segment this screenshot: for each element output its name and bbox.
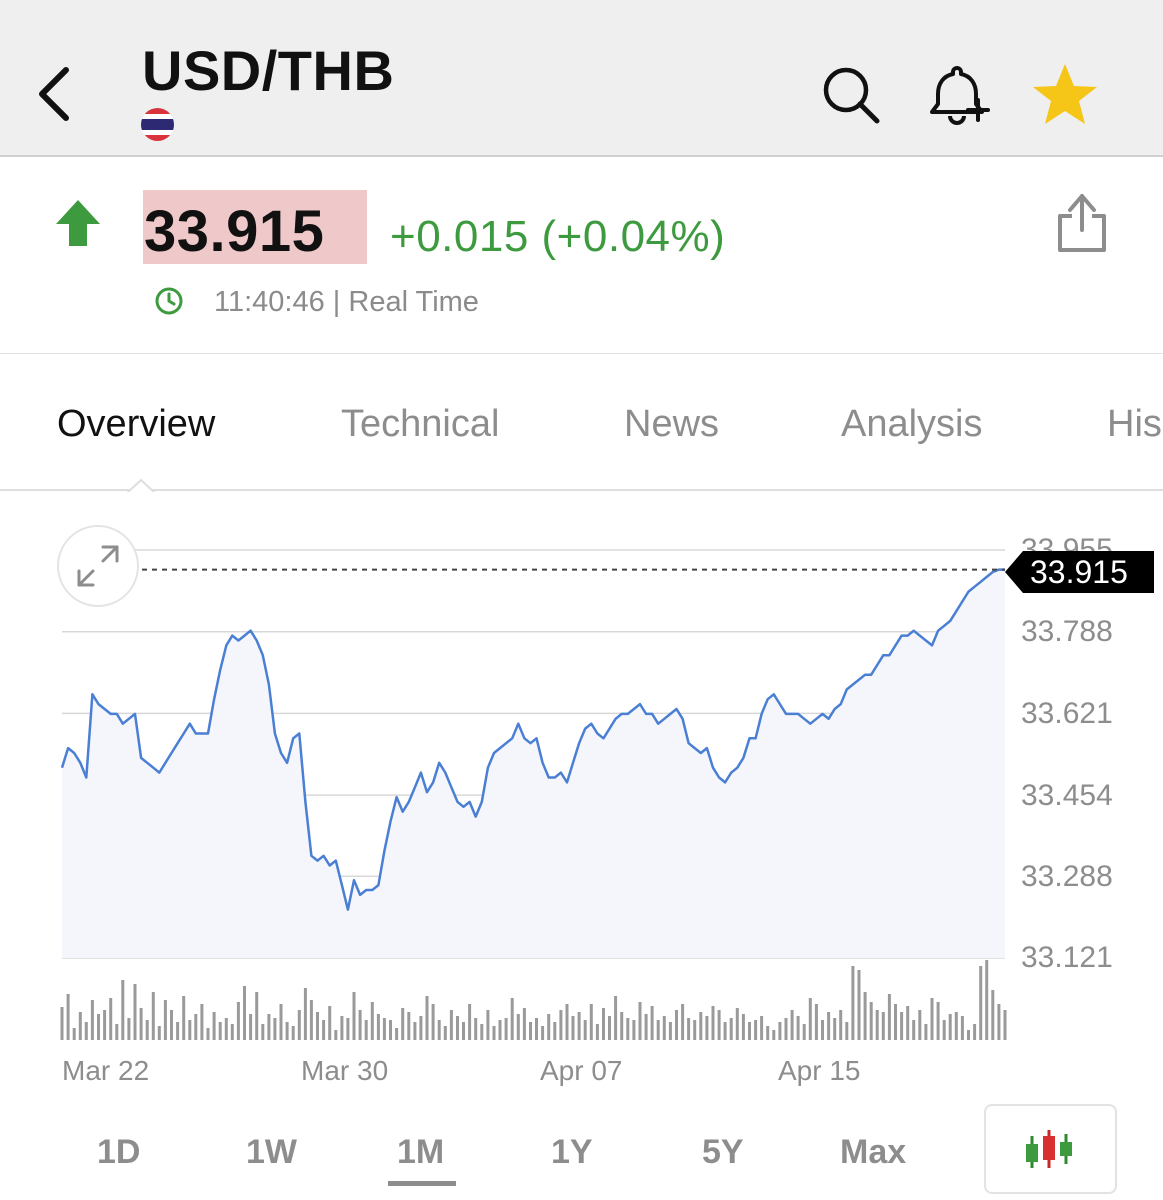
x-tick-label: Apr 15 <box>778 1055 861 1086</box>
range-max[interactable]: Max <box>840 1133 906 1172</box>
search-button[interactable] <box>816 60 886 130</box>
top-bar: USD/THB <box>0 0 1163 157</box>
price-chart-area <box>0 492 1163 1092</box>
star-icon <box>1033 64 1097 124</box>
tab-overview[interactable]: Overview <box>57 403 215 446</box>
tab-analysis[interactable]: Analysis <box>841 403 983 446</box>
expand-icon <box>77 545 119 587</box>
x-tick-label: Mar 22 <box>62 1055 150 1086</box>
y-tick-label: 33.788 <box>1021 615 1113 648</box>
range-1m[interactable]: 1M <box>397 1133 444 1172</box>
back-button[interactable] <box>30 62 80 126</box>
current-price-marker: 33.915 <box>1005 551 1154 593</box>
chart-style-button[interactable] <box>984 1104 1117 1194</box>
y-tick-label: 33.621 <box>1021 697 1113 730</box>
bell-plus-icon <box>930 66 990 125</box>
section-tabs: Overview Technical News Analysis His <box>0 355 1163 491</box>
chevron-left-icon <box>39 67 69 121</box>
range-1d[interactable]: 1D <box>97 1133 140 1172</box>
clock-icon <box>154 286 184 316</box>
favorite-button[interactable] <box>1030 60 1100 130</box>
tab-historical[interactable]: His <box>1107 403 1162 446</box>
candlestick-icon <box>1026 1130 1072 1168</box>
tab-news[interactable]: News <box>624 403 719 446</box>
y-tick-label: 33.454 <box>1021 779 1113 812</box>
expand-chart-button[interactable] <box>57 525 139 607</box>
x-tick-label: Apr 07 <box>540 1055 623 1086</box>
arrow-up-icon <box>55 198 101 248</box>
x-tick-label: Mar 30 <box>301 1055 389 1086</box>
quote-time: 11:40:46 | Real Time <box>214 286 479 318</box>
share-button[interactable] <box>1050 188 1114 256</box>
range-1w[interactable]: 1W <box>246 1133 297 1172</box>
active-range-indicator <box>388 1181 456 1186</box>
thailand-flag-icon <box>141 108 174 141</box>
range-5y[interactable]: 5Y <box>702 1133 744 1172</box>
range-1y[interactable]: 1Y <box>551 1133 593 1172</box>
share-icon <box>1058 194 1106 252</box>
price-change: +0.015 (+0.04%) <box>390 212 726 261</box>
add-alert-button[interactable] <box>922 60 992 130</box>
current-price: 33.915 <box>144 199 325 264</box>
tab-technical[interactable]: Technical <box>341 403 499 446</box>
y-tick-label: 33.121 <box>1021 941 1113 974</box>
page-title: USD/THB <box>142 39 395 102</box>
current-price-label: 33.915 <box>1030 554 1128 590</box>
y-tick-label: 33.288 <box>1021 860 1113 893</box>
search-icon <box>823 67 880 124</box>
